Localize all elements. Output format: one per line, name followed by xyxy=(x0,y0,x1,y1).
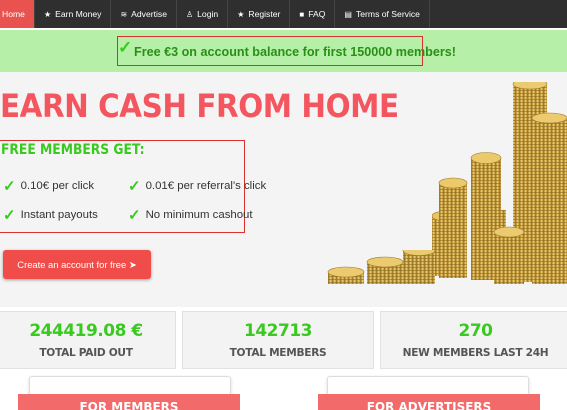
stat-new-members: 270 NEW MEMBERS LAST 24H xyxy=(380,311,567,369)
advertisers-card-title: FOR ADVERTISERS xyxy=(318,394,540,410)
checkmark-icon: ✓ xyxy=(3,207,16,224)
small-coin-stacks xyxy=(327,250,435,284)
coin-stacks-illustration xyxy=(432,82,567,284)
stat-label: TOTAL MEMBERS xyxy=(229,347,327,359)
nav-home-label: Home xyxy=(2,9,25,19)
nav-earn-money[interactable]: ★ Earn Money xyxy=(35,0,112,28)
stat-total-paid: 244419.08 € TOTAL PAID OUT xyxy=(0,311,176,369)
broadcast-icon: ≋ xyxy=(120,9,128,19)
nav-faq-label: FAQ xyxy=(308,9,326,19)
nav-login[interactable]: ♙ Login xyxy=(177,0,229,28)
checkmark-icon: ✓ xyxy=(128,207,141,224)
document-icon: ▤ xyxy=(344,9,352,19)
stat-total-members: 142713 TOTAL MEMBERS xyxy=(182,311,374,369)
feature-label: 0.10€ per click xyxy=(20,180,95,192)
top-navbar: Home ★ Earn Money ≋ Advertise ♙ Login ★ … xyxy=(0,0,567,28)
checkmark-icon: ✓ xyxy=(128,178,141,195)
promo-text: Free €3 on account balance for first 150… xyxy=(134,45,456,59)
nav-register[interactable]: ★ Register xyxy=(228,0,291,28)
feature-label: No minimum cashout xyxy=(145,209,253,221)
feature-label: Instant payouts xyxy=(20,209,98,221)
nav-register-label: Register xyxy=(248,9,281,19)
nav-advertise[interactable]: ≋ Advertise xyxy=(111,0,177,28)
stat-value: 142713 xyxy=(244,321,312,341)
nav-home[interactable]: Home xyxy=(0,0,35,28)
star-icon: ★ xyxy=(43,9,52,19)
checkmark-icon: ✓ xyxy=(118,38,133,57)
feature-item: ✓ No minimum cashout xyxy=(128,206,253,224)
coin-stacks xyxy=(432,82,567,284)
members-card-title: FOR MEMBERS xyxy=(18,394,240,410)
nav-filler xyxy=(429,0,567,28)
stat-label: TOTAL PAID OUT xyxy=(39,347,133,359)
feature-item: ✓ 0.01€ per referral's click xyxy=(128,177,266,195)
checkmark-icon: ✓ xyxy=(3,178,16,195)
feature-item: ✓ 0.10€ per click xyxy=(3,177,94,195)
user-icon: ♙ xyxy=(185,9,194,19)
nav-terms[interactable]: ▤ Terms of Service xyxy=(335,0,430,28)
nav-advertise-label: Advertise xyxy=(131,9,167,19)
hero-title: EARN CASH FROM HOME xyxy=(0,87,399,125)
stat-value: 270 xyxy=(458,321,494,341)
nav-terms-label: Terms of Service xyxy=(355,9,420,19)
nav-faq[interactable]: ■ FAQ xyxy=(290,0,336,28)
feature-label: 0.01€ per referral's click xyxy=(145,180,267,192)
feature-item: ✓ Instant payouts xyxy=(3,206,98,224)
stat-label: NEW MEMBERS LAST 24H xyxy=(402,347,549,359)
stat-value: 244419.08 € xyxy=(29,321,143,341)
nav-earn-money-label: Earn Money xyxy=(55,9,102,19)
create-account-button[interactable]: Create an account for free ➤ xyxy=(3,250,151,279)
promo-banner: ✓ Free €3 on account balance for first 1… xyxy=(0,30,567,72)
nav-login-label: Login xyxy=(197,9,219,19)
features-heading: FREE MEMBERS GET: xyxy=(1,142,145,158)
star-icon: ★ xyxy=(237,9,245,19)
book-icon: ■ xyxy=(299,9,305,19)
